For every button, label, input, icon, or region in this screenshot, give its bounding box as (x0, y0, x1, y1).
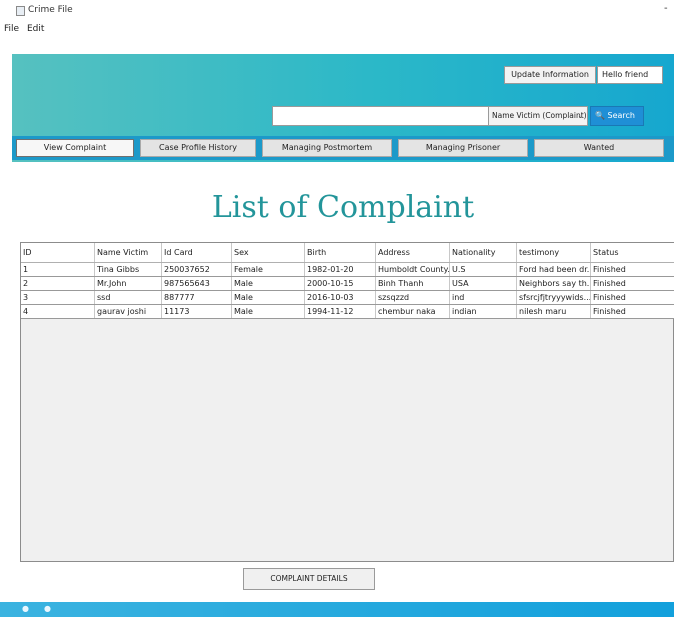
window-control[interactable]: - (664, 3, 668, 14)
cell-name-victim: Tina Gibbs (95, 263, 162, 276)
column-header-testimony[interactable]: testimony (517, 243, 591, 262)
table-header: ID Name Victim Id Card Sex Birth Address… (21, 243, 674, 263)
cell-status: Finished (591, 291, 674, 304)
app-icon (16, 6, 25, 16)
cell-id-card: 987565643 (162, 277, 232, 290)
cell-id: 4 (21, 305, 95, 318)
tab-case-profile-history[interactable]: Case Profile History (140, 139, 256, 157)
cell-id: 2 (21, 277, 95, 290)
search-input[interactable] (272, 106, 498, 126)
cell-testimony: sfsrcjfjtryyywids... (519, 291, 591, 304)
tab-bar: View Complaint Case Profile History Mana… (12, 136, 674, 160)
tab-managing-prisoner[interactable]: Managing Prisoner (398, 139, 528, 157)
cell-address: chembur naka (376, 305, 450, 318)
cell-birth: 1994-11-12 (305, 305, 376, 318)
column-header-birth[interactable]: Birth (305, 243, 376, 262)
hello-field: Hello friend (597, 66, 663, 84)
table-row[interactable]: 1 Tina Gibbs 250037652 Female 1982-01-20… (21, 263, 674, 277)
cell-address: Binh Thanh (376, 277, 450, 290)
cell-sex: Male (232, 277, 305, 290)
search-button-label: Search (607, 111, 635, 120)
cell-status: Finished (591, 263, 674, 276)
main-content: List of Complaint ID Name Victim Id Card… (12, 162, 674, 602)
complaint-details-button[interactable]: COMPLAINT DETAILS (243, 568, 375, 590)
cell-name-victim: gaurav joshi (95, 305, 162, 318)
menu-edit[interactable]: Edit (27, 24, 44, 34)
page-title: List of Complaint (211, 190, 475, 225)
table-row[interactable]: 4 gaurav joshi 11173 Male 1994-11-12 che… (21, 305, 674, 319)
cell-sex: Male (232, 305, 305, 318)
column-header-nationality[interactable]: Nationality (450, 243, 517, 262)
tab-managing-postmortem[interactable]: Managing Postmortem (262, 139, 392, 157)
cell-name-victim: Mr.John (95, 277, 162, 290)
cell-id: 3 (21, 291, 95, 304)
cell-testimony: Neighbors say th... (519, 277, 591, 290)
search-field-select[interactable]: Name Victim (Complaint) ⌄ (488, 106, 588, 126)
footer-dot-icon: ● (44, 604, 51, 613)
window-title: Crime File (28, 5, 73, 15)
cell-status: Finished (591, 305, 674, 318)
cell-address: Humboldt County... (378, 263, 450, 276)
search-button[interactable]: 🔍 Search (590, 106, 644, 126)
cell-status: Finished (591, 277, 674, 290)
cell-address: szsqzzd (376, 291, 450, 304)
cell-name-victim: ssd (95, 291, 162, 304)
menubar: File Edit (0, 22, 674, 38)
app-header: Update Information Hello friend Name Vic… (12, 54, 674, 162)
cell-birth: 2016-10-03 (305, 291, 376, 304)
table-row[interactable]: 3 ssd 887777 Male 2016-10-03 szsqzzd ind… (21, 291, 674, 305)
cell-birth: 2000-10-15 (305, 277, 376, 290)
complaint-table[interactable]: ID Name Victim Id Card Sex Birth Address… (20, 242, 674, 562)
cell-sex: Male (232, 291, 305, 304)
cell-nationality: ind (450, 291, 517, 304)
column-header-name-victim[interactable]: Name Victim (95, 243, 162, 262)
cell-sex: Female (232, 263, 305, 276)
search-select-value: Name Victim (Complaint) (492, 111, 587, 120)
cell-nationality: U.S (450, 263, 517, 276)
column-header-status[interactable]: Status (591, 243, 674, 262)
column-header-address[interactable]: Address (376, 243, 450, 262)
cell-id: 1 (21, 263, 95, 276)
column-header-id[interactable]: ID (21, 243, 95, 262)
tab-wanted[interactable]: Wanted (534, 139, 664, 157)
chevron-down-icon: ⌄ (577, 111, 584, 120)
cell-testimony: Ford had been dr... (519, 263, 591, 276)
cell-birth: 1982-01-20 (305, 263, 376, 276)
tab-view-complaint[interactable]: View Complaint (16, 139, 134, 157)
cell-nationality: indian (450, 305, 517, 318)
cell-nationality: USA (450, 277, 517, 290)
footer-bar: ● ● (0, 602, 674, 617)
table-row[interactable]: 2 Mr.John 987565643 Male 2000-10-15 Binh… (21, 277, 674, 291)
window-titlebar: Crime File - (0, 0, 674, 22)
cell-id-card: 887777 (162, 291, 232, 304)
column-header-sex[interactable]: Sex (232, 243, 305, 262)
footer-dot-icon: ● (22, 604, 29, 613)
cell-id-card: 250037652 (162, 263, 232, 276)
column-header-id-card[interactable]: Id Card (162, 243, 232, 262)
search-icon: 🔍 (595, 111, 605, 120)
cell-testimony: nilesh maru (517, 305, 591, 318)
menu-file[interactable]: File (4, 24, 19, 34)
cell-id-card: 11173 (162, 305, 232, 318)
update-information-button[interactable]: Update Information (504, 66, 596, 84)
